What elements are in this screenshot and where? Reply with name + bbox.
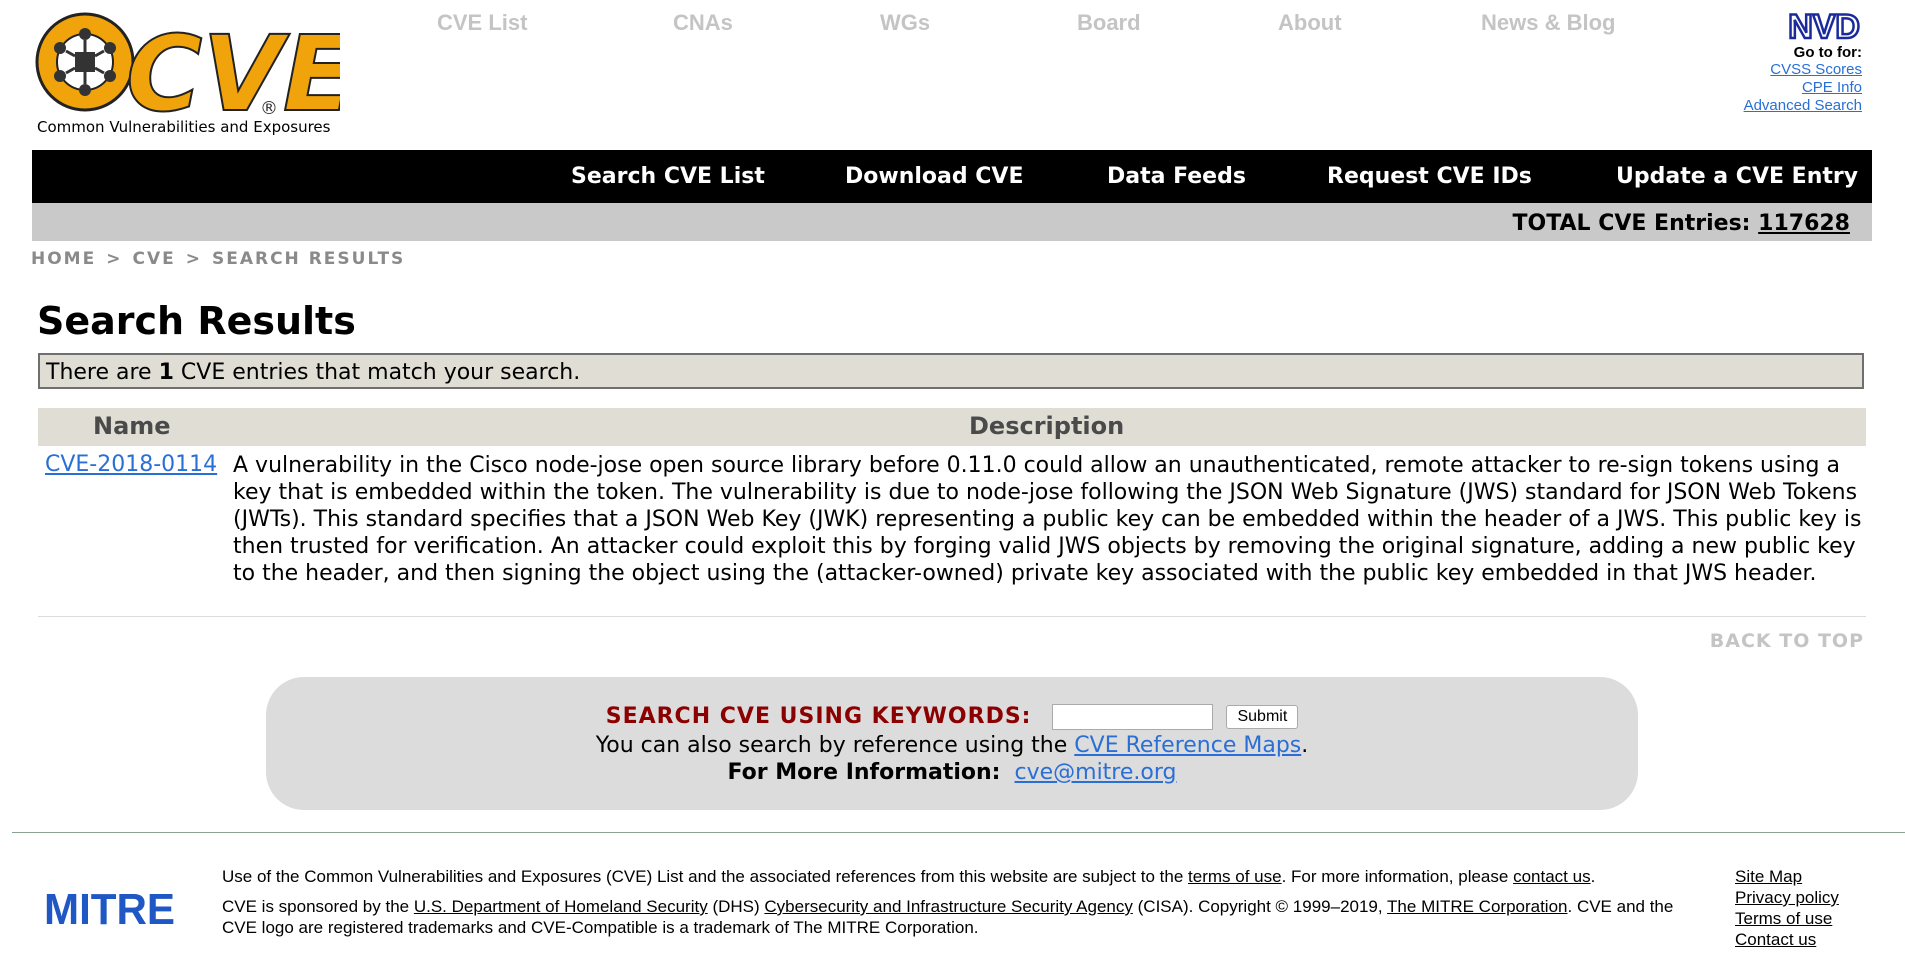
more-info-label: For More Information: [727, 760, 1001, 785]
column-header-name: Name [93, 412, 171, 440]
cve-logo-text: CVE [126, 13, 340, 121]
footer-text: . For more information, please [1281, 867, 1509, 886]
match-count-box: There are 1 CVE entries that match your … [38, 353, 1864, 389]
footer-link-terms-of-use[interactable]: Terms of use [1735, 908, 1839, 929]
top-nav-wgs[interactable]: WGs [880, 10, 930, 36]
top-nav-about[interactable]: About [1278, 10, 1342, 36]
cve-description: A vulnerability in the Cisco node-jose o… [233, 453, 1862, 586]
footer-text: CVE is sponsored by the [222, 897, 410, 916]
nvd-link-cpe[interactable]: CPE Info [1742, 79, 1862, 97]
nav-download-cve[interactable]: Download CVE [845, 164, 1023, 189]
dhs-link[interactable]: U.S. Department of Homeland Security [414, 897, 708, 916]
top-nav-cve-list[interactable]: CVE List [437, 10, 527, 36]
cve-logo-graphic: CVE ® [35, 12, 355, 136]
footer-text: (CISA). Copyright © 1999–2019, [1137, 897, 1383, 916]
reference-search-period: . [1301, 733, 1309, 758]
footer-text: . [1590, 867, 1596, 886]
nav-request-cve-ids[interactable]: Request CVE IDs [1327, 164, 1532, 189]
footer-divider [12, 832, 1905, 833]
page-title: Search Results [37, 299, 356, 343]
cisa-link[interactable]: Cybersecurity and Infrastructure Securit… [764, 897, 1133, 916]
contact-us-link[interactable]: contact us [1513, 867, 1591, 886]
terms-of-use-link[interactable]: terms of use [1188, 867, 1282, 886]
footer-terms-paragraph: Use of the Common Vulnerabilities and Ex… [222, 866, 1692, 887]
breadcrumb-separator: > [185, 249, 202, 269]
nvd-link-advanced-search[interactable]: Advanced Search [1742, 97, 1862, 115]
footer-sponsor-paragraph: CVE is sponsored by the U.S. Department … [222, 896, 1692, 938]
nvd-panel: NVD Go to for: CVSS Scores CPE Info Adva… [1742, 10, 1862, 115]
breadcrumb: HOME > CVE > SEARCH RESULTS [31, 249, 405, 269]
footer-link-contact-us[interactable]: Contact us [1735, 929, 1839, 950]
mitre-logo-text: MITRE [44, 886, 175, 930]
footer-text: Use of the Common Vulnerabilities and Ex… [222, 867, 1184, 886]
top-nav-news-blog[interactable]: News & Blog [1481, 10, 1615, 36]
total-entries-label: TOTAL CVE Entries: [1512, 211, 1751, 236]
submit-button[interactable]: Submit [1226, 705, 1299, 729]
nav-update-cve-entry[interactable]: Update a CVE Entry [1616, 164, 1858, 189]
table-row: CVE-2018-0114 A vulnerability in the Cis… [38, 446, 1866, 617]
total-entries-bar: TOTAL CVE Entries: 117628 [32, 203, 1872, 241]
back-to-top-link[interactable]: BACK TO TOP [1710, 630, 1864, 652]
match-count: 1 [158, 360, 174, 385]
keyword-search-label: SEARCH CVE USING KEYWORDS: [605, 704, 1032, 729]
breadcrumb-separator: > [106, 249, 123, 269]
match-prefix: There are [46, 360, 152, 385]
footer-text: (DHS) [712, 897, 760, 916]
top-nav-board[interactable]: Board [1077, 10, 1141, 36]
logo-caption: Common Vulnerabilities and Exposures [37, 118, 331, 136]
breadcrumb-home[interactable]: HOME [31, 249, 96, 269]
breadcrumb-search-results: SEARCH RESULTS [211, 249, 406, 269]
nav-search-cve-list[interactable]: Search CVE List [571, 164, 765, 189]
reference-search-text: You can also search by reference using t… [595, 733, 1068, 758]
footer-links: Site Map Privacy policy Terms of use Con… [1735, 866, 1839, 950]
footer-link-site-map[interactable]: Site Map [1735, 866, 1839, 887]
cve-id-link[interactable]: CVE-2018-0114 [45, 452, 217, 477]
svg-text:®: ® [260, 98, 278, 119]
total-entries-count[interactable]: 117628 [1758, 211, 1850, 236]
nvd-logo[interactable]: NVD [1742, 10, 1862, 42]
nvd-link-cvss[interactable]: CVSS Scores [1742, 61, 1862, 79]
breadcrumb-cve[interactable]: CVE [132, 249, 175, 269]
match-suffix: CVE entries that match your search. [180, 360, 581, 385]
main-nav: Search CVE List Download CVE Data Feeds … [32, 150, 1872, 203]
results-table-header: Name Description [38, 408, 1866, 446]
footer-link-privacy-policy[interactable]: Privacy policy [1735, 887, 1839, 908]
cve-reference-maps-link[interactable]: CVE Reference Maps [1074, 733, 1301, 758]
keyword-search-input[interactable] [1052, 704, 1214, 730]
mitre-corporation-link[interactable]: The MITRE Corporation [1387, 897, 1567, 916]
mitre-logo[interactable]: MITRE [44, 886, 179, 930]
nvd-goto-label: Go to for: [1793, 44, 1862, 61]
nav-data-feeds[interactable]: Data Feeds [1107, 164, 1246, 189]
column-header-description: Description [969, 412, 1125, 440]
top-nav-cnas[interactable]: CNAs [673, 10, 733, 36]
footer-legal-text: Use of the Common Vulnerabilities and Ex… [222, 866, 1692, 947]
nvd-logo-text: NVD [1788, 10, 1860, 42]
keyword-search-panel: SEARCH CVE USING KEYWORDS: Submit You ca… [266, 677, 1638, 810]
contact-email-link[interactable]: cve@mitre.org [1014, 760, 1176, 785]
